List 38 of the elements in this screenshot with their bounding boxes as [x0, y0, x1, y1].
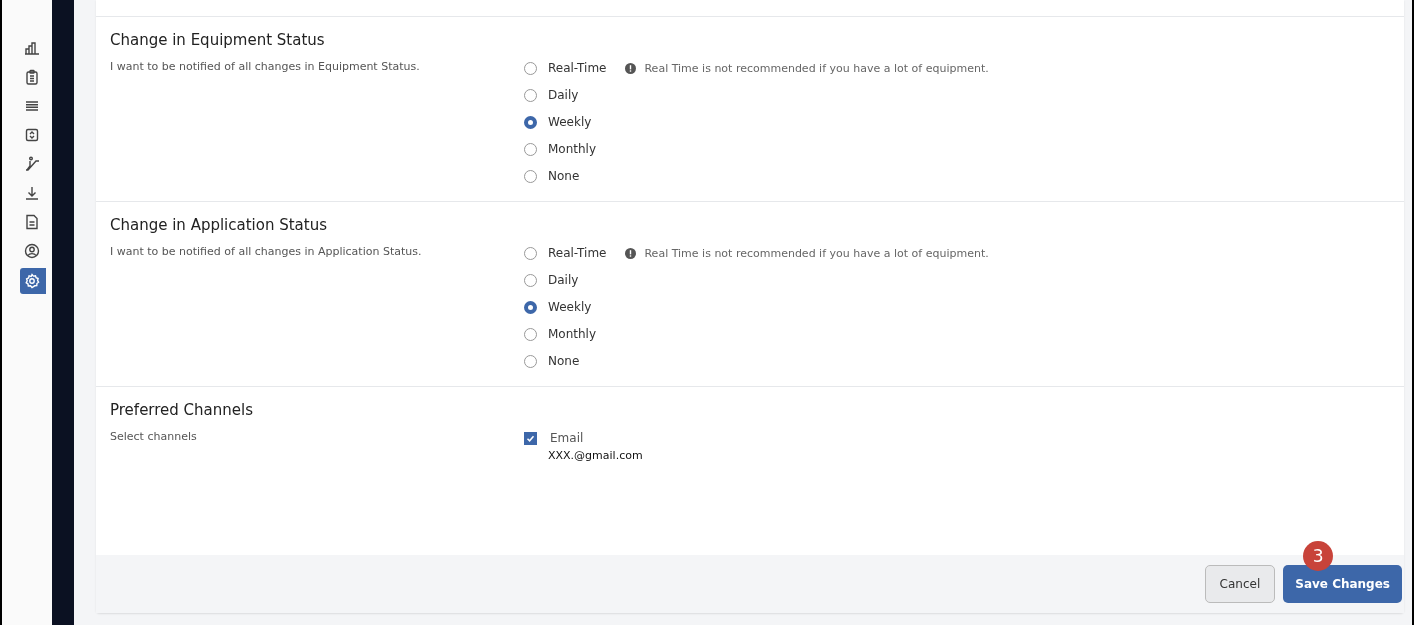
info-icon: [625, 62, 637, 74]
checkbox[interactable]: [524, 431, 537, 445]
bar-chart-icon: [24, 39, 40, 56]
settings-icon: [24, 273, 40, 289]
option-label[interactable]: None: [548, 169, 580, 183]
option-label[interactable]: Email: [550, 431, 584, 445]
radio-button[interactable]: [524, 115, 537, 129]
section-title: Preferred Channels: [110, 401, 254, 419]
user-icon: [24, 242, 40, 259]
save-button[interactable]: Save Changes: [1283, 565, 1402, 603]
section-title: Change in Equipment Status: [110, 31, 326, 49]
expand-icon: [24, 126, 40, 143]
option-label[interactable]: Monthly: [548, 327, 597, 341]
checkmark-icon: [526, 433, 535, 443]
email-address: XXX.@gmail.com: [548, 449, 643, 462]
option-label[interactable]: Real-Time: [548, 246, 607, 260]
step-badge: 3: [1303, 541, 1334, 571]
cancel-button[interactable]: Cancel: [1204, 565, 1276, 603]
section-description: I want to be notified of all changes in Application Status.: [110, 244, 423, 260]
radio-button[interactable]: [524, 300, 537, 314]
section-description: Select channels: [110, 429, 198, 445]
escalator-icon: [24, 155, 40, 172]
option-label[interactable]: Monthly: [548, 142, 597, 156]
option-label[interactable]: Daily: [548, 273, 579, 287]
option-label[interactable]: Weekly: [548, 300, 592, 314]
info-note: Real Time is not recommended if you have a lot of equipment.: [644, 61, 989, 75]
option-label[interactable]: Daily: [548, 88, 579, 102]
section-description: I want to be notified of all changes in Equipment Status.: [110, 59, 421, 75]
info-note: Real Time is not recommended if you have a lot of equipment.: [644, 246, 989, 260]
document-icon: [24, 213, 40, 230]
info-icon: [625, 247, 637, 259]
sidebar-gear-button[interactable]: [20, 268, 46, 294]
section-title: Change in Application Status: [110, 216, 329, 234]
option-label[interactable]: Real-Time: [548, 61, 607, 75]
option-label[interactable]: Weekly: [548, 115, 592, 129]
clipboard-icon: [24, 68, 40, 85]
download-icon: [24, 184, 40, 201]
option-label[interactable]: None: [548, 354, 580, 368]
